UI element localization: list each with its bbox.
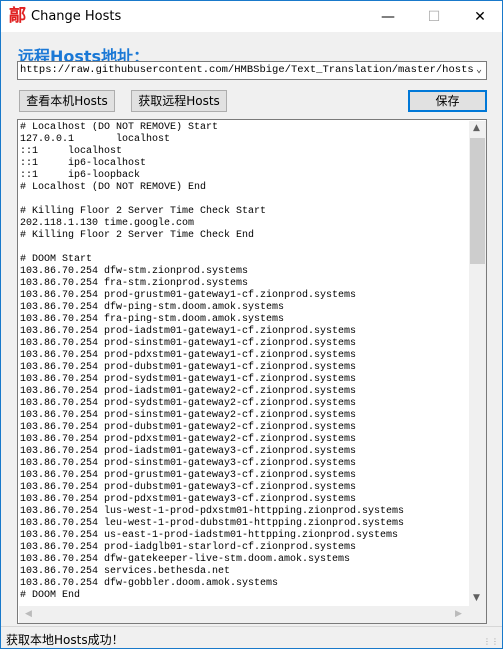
hosts-line: # DOOM End [20,590,81,601]
title-bar: 鄗 Change Hosts — ☐ ✕ [1,1,502,32]
scroll-right-icon[interactable]: ▶ [455,609,462,619]
scroll-up-icon[interactable]: ▲ [473,123,480,133]
scroll-down-icon[interactable]: ▼ [473,593,480,603]
hosts-line: 103.86.70.254 us-east-1-prod-iadstm01-ht… [20,530,399,541]
hosts-line: 103.86.70.254 prod-iadstm01-gateway2-cf.… [20,386,357,397]
hosts-line: 103.86.70.254 prod-grustm01-gateway1-cf.… [20,290,357,301]
hosts-line: 103.86.70.254 prod-pdxstm01-gateway2-cf.… [20,434,357,445]
hosts-line: 103.86.70.254 prod-sinstm01-gateway3-cf.… [20,458,357,469]
hosts-content[interactable]: # Localhost (DO NOT REMOVE) Start 127.0.0… [20,122,470,606]
hosts-textarea[interactable]: # Localhost (DO NOT REMOVE) Start 127.0.0… [17,119,487,624]
minimize-button[interactable]: — [365,1,411,32]
hosts-line: ::1 ip6-localhost [20,158,147,169]
hosts-line: # Localhost (DO NOT REMOVE) Start [20,122,219,133]
hosts-line: 103.86.70.254 prod-sydstm01-gateway1-cf.… [20,374,357,385]
close-icon: ✕ [474,8,486,25]
hosts-line: ::1 localhost [20,146,123,157]
hosts-line [20,242,470,254]
hosts-line: ::1 ip6-loopback [20,170,141,181]
minimize-icon: — [381,8,395,25]
hosts-line: 103.86.70.254 prod-pdxstm01-gateway1-cf.… [20,350,357,361]
scroll-left-icon[interactable]: ◀ [25,609,32,619]
hosts-line: 103.86.70.254 prod-sinstm01-gateway2-cf.… [20,410,357,421]
hosts-line: 103.86.70.254 prod-dubstm01-gateway3-cf.… [20,482,357,493]
hosts-line: 103.86.70.254 prod-sydstm01-gateway2-cf.… [20,398,357,409]
vertical-scroll-thumb[interactable] [470,138,485,264]
change-hosts-window: 鄗 Change Hosts — ☐ ✕ 远程Hosts地址： https://… [0,0,503,649]
remote-url-value: https://raw.githubusercontent.com/HMBSbi… [20,64,474,76]
hosts-line: 103.86.70.254 leu-west-1-prod-dubstm01-h… [20,518,405,529]
hosts-line: 103.86.70.254 services.bethesda.net [20,566,231,577]
remote-url-combobox[interactable]: https://raw.githubusercontent.com/HMBSbi… [17,61,487,80]
chevron-down-icon[interactable]: ⌄ [476,62,482,79]
hosts-line: 103.86.70.254 prod-dubstm01-gateway1-cf.… [20,362,357,373]
view-local-hosts-button[interactable]: 查看本机Hosts [19,90,115,112]
close-button[interactable]: ✕ [457,1,503,32]
status-bar: 获取本地Hosts成功！ ⋮⋮ [1,626,502,648]
hosts-line: 103.86.70.254 dfw-ping-stm.doom.amok.sys… [20,302,285,313]
save-button[interactable]: 保存 [408,90,487,112]
hosts-line: 103.86.70.254 prod-dubstm01-gateway2-cf.… [20,422,357,433]
hosts-line: # Killing Floor 2 Server Time Check Star… [20,206,267,217]
status-text: 获取本地Hosts成功！ [6,633,124,647]
hosts-line: # Localhost (DO NOT REMOVE) End [20,182,207,193]
scrollbar-corner [469,606,486,623]
hosts-line [20,194,470,206]
fetch-remote-hosts-button[interactable]: 获取远程Hosts [131,90,227,112]
vertical-scrollbar[interactable]: ▲ ▼ [469,121,486,606]
hosts-line: 103.86.70.254 prod-grustm01-gateway3-cf.… [20,470,357,481]
hosts-line: # DOOM Start [20,254,93,265]
hosts-line: # Killing Floor 2 Server Time Check End [20,230,255,241]
hosts-line: 103.86.70.254 dfw-stm.zionprod.systems [20,266,249,277]
app-icon: 鄗 [9,6,26,26]
window-title: Change Hosts [31,9,122,24]
hosts-line: 103.86.70.254 prod-pdxstm01-gateway3-cf.… [20,494,357,505]
resize-grip-icon[interactable]: ⋮⋮ [483,637,499,646]
maximize-icon: ☐ [427,8,441,25]
horizontal-scrollbar[interactable]: ◀ ▶ [19,606,469,623]
hosts-line: 202.118.1.130 time.google.com [20,218,195,229]
hosts-line: 127.0.0.1 localhost [20,134,171,145]
maximize-button[interactable]: ☐ [411,1,457,32]
hosts-line: 103.86.70.254 fra-stm.zionprod.systems [20,278,249,289]
hosts-line: 103.86.70.254 lus-west-1-prod-pdxstm01-h… [20,506,405,517]
hosts-line: 103.86.70.254 prod-sinstm01-gateway1-cf.… [20,338,357,349]
hosts-line: 103.86.70.254 prod-iadstm01-gateway1-cf.… [20,326,357,337]
hosts-line: 103.86.70.254 dfw-gobbler.doom.amok.syst… [20,578,279,589]
hosts-line: 103.86.70.254 prod-iadstm01-gateway3-cf.… [20,446,357,457]
hosts-line: 103.86.70.254 dfw-gatekeeper-live-stm.do… [20,554,351,565]
hosts-line: 103.86.70.254 prod-iadglb01-starlord-cf.… [20,542,357,553]
hosts-line: 103.86.70.254 fra-ping-stm.doom.amok.sys… [20,314,285,325]
